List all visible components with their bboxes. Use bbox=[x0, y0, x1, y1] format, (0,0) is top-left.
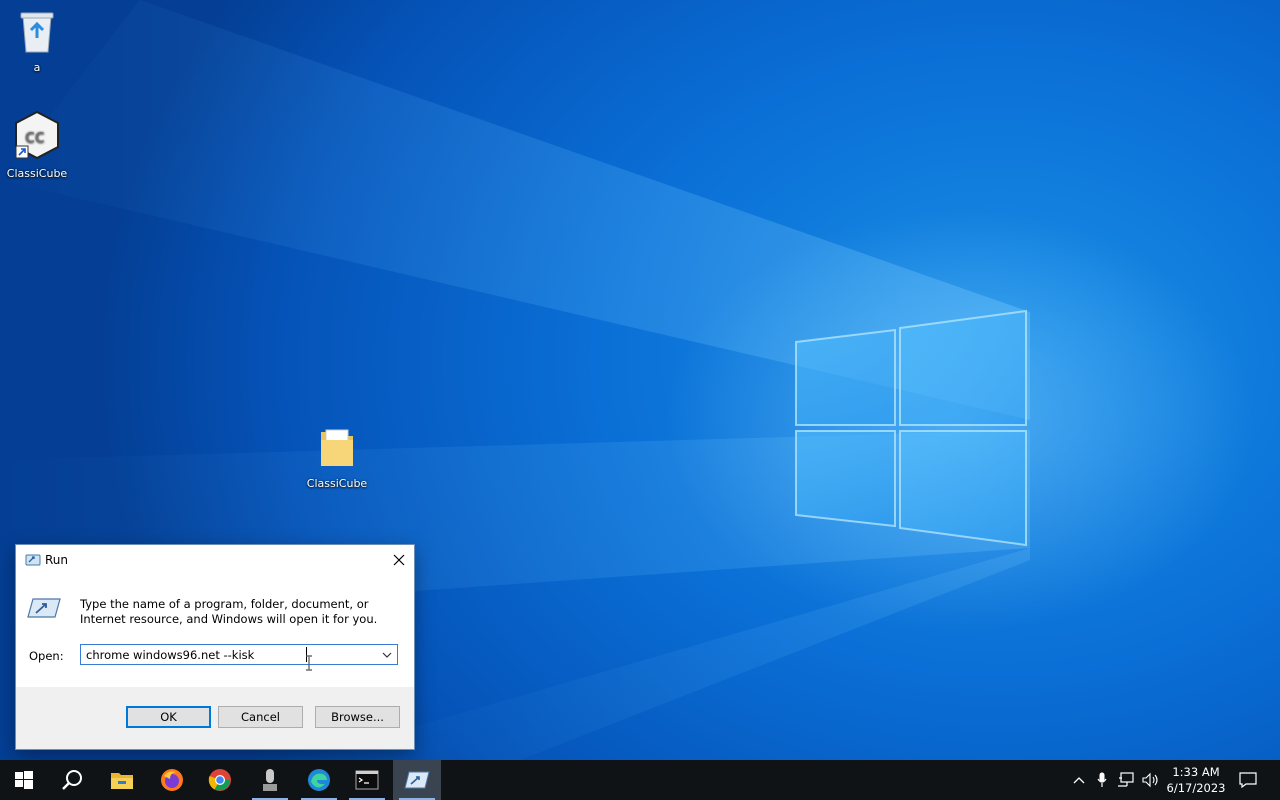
show-hidden-icons-button[interactable] bbox=[1068, 760, 1090, 800]
tray-network[interactable] bbox=[1114, 760, 1138, 800]
notification-icon bbox=[1239, 772, 1257, 788]
edge-icon bbox=[308, 769, 330, 791]
tray-microphone[interactable] bbox=[1092, 760, 1112, 800]
open-combobox[interactable]: chrome windows96.net --kisk bbox=[80, 644, 398, 665]
run-program-icon bbox=[27, 597, 61, 622]
clock-time: 1:33 AM bbox=[1172, 765, 1220, 779]
taskbar-run[interactable] bbox=[393, 760, 441, 800]
start-icon bbox=[15, 771, 33, 789]
desktop-icon-label: a bbox=[33, 61, 41, 74]
close-icon bbox=[393, 554, 405, 566]
browse-button[interactable]: Browse... bbox=[315, 706, 400, 728]
volume-icon bbox=[1142, 772, 1158, 788]
svg-text:cc: cc bbox=[25, 126, 45, 147]
microphone-app-icon bbox=[263, 769, 277, 791]
run-dialog-title: Run bbox=[45, 553, 69, 567]
start-button[interactable] bbox=[0, 760, 48, 800]
tray-volume[interactable] bbox=[1140, 760, 1162, 800]
search-icon bbox=[62, 770, 82, 790]
firefox-icon bbox=[161, 769, 183, 791]
open-label: Open: bbox=[29, 649, 64, 663]
desktop-icon-recycle-bin[interactable]: a bbox=[0, 8, 74, 74]
chevron-down-icon bbox=[382, 652, 392, 658]
taskbar: 1:33 AM 6/17/2023 bbox=[0, 760, 1280, 800]
cancel-button[interactable]: Cancel bbox=[218, 706, 303, 728]
dropdown-button[interactable] bbox=[379, 647, 395, 663]
taskbar-firefox[interactable] bbox=[148, 760, 196, 800]
taskbar-edge[interactable] bbox=[295, 760, 343, 800]
terminal-icon bbox=[355, 770, 379, 790]
taskbar-file-explorer[interactable] bbox=[98, 760, 146, 800]
clock-date: 6/17/2023 bbox=[1166, 781, 1226, 795]
run-description: Type the name of a program, folder, docu… bbox=[80, 597, 378, 626]
run-dialog-body: Type the name of a program, folder, docu… bbox=[16, 575, 414, 687]
run-icon bbox=[25, 553, 41, 570]
run-dialog: Run Type the name of a program, folder, … bbox=[15, 544, 415, 750]
recycle-bin-icon bbox=[0, 8, 74, 57]
taskbar-chrome[interactable] bbox=[196, 760, 244, 800]
close-button[interactable] bbox=[384, 545, 414, 575]
chevron-up-icon bbox=[1073, 777, 1085, 784]
search-button[interactable] bbox=[48, 760, 96, 800]
network-icon bbox=[1118, 772, 1134, 787]
clock[interactable]: 1:33 AM 6/17/2023 bbox=[1160, 760, 1232, 800]
taskbar-microphone-app[interactable] bbox=[246, 760, 294, 800]
open-input[interactable]: chrome windows96.net --kisk bbox=[86, 648, 254, 662]
desktop-icon-label: ClassiCube bbox=[6, 167, 68, 180]
ok-button[interactable]: OK bbox=[126, 706, 211, 728]
desktop-icon-label: ClassiCube bbox=[306, 477, 368, 490]
chrome-icon bbox=[208, 769, 231, 791]
desktop-icon-classicube-folder[interactable]: ClassiCube bbox=[300, 426, 374, 490]
taskbar-terminal[interactable] bbox=[343, 760, 391, 800]
run-icon bbox=[404, 771, 430, 789]
desktop-icon-classicube-shortcut[interactable]: cc ClassiCube bbox=[0, 110, 74, 180]
ibeam-cursor-icon bbox=[306, 655, 312, 671]
classicube-shortcut-icon: cc bbox=[0, 110, 74, 163]
run-titlebar[interactable]: Run bbox=[16, 545, 414, 575]
run-dialog-footer: OK Cancel Browse... bbox=[16, 687, 414, 749]
microphone-icon bbox=[1097, 772, 1107, 787]
file-explorer-icon bbox=[111, 773, 133, 789]
action-center-button[interactable] bbox=[1234, 760, 1262, 800]
folder-icon bbox=[300, 426, 374, 473]
